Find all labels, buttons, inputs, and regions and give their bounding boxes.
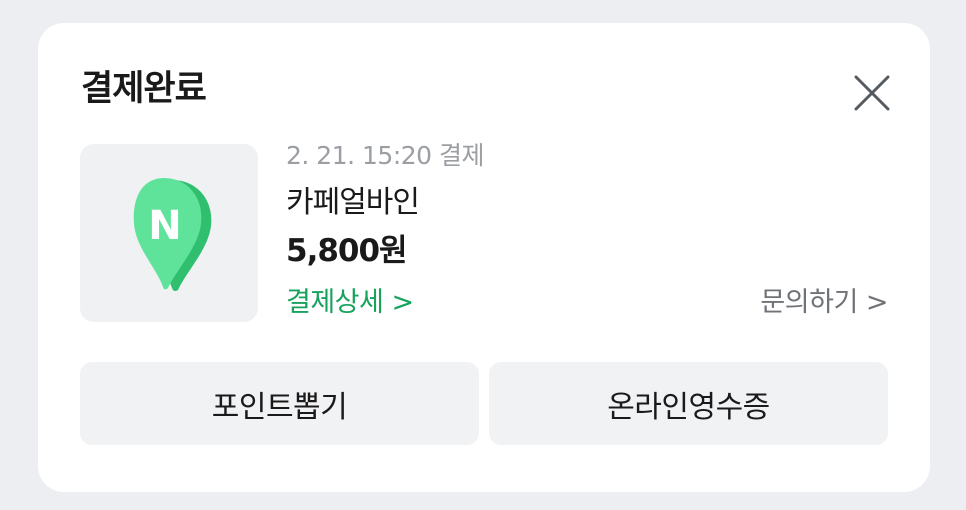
close-icon — [854, 75, 890, 111]
merchant-thumbnail: N — [80, 144, 258, 322]
payment-amount: 5,800원 — [286, 233, 408, 269]
pin-letter: N — [148, 203, 181, 249]
merchant-name: 카페얼바인 — [286, 185, 420, 220]
payment-complete-dialog: 결제완료 N 2. 21. 15:20 결제 카페얼바인 5,800원 결제상세… — [38, 23, 930, 492]
close-button[interactable] — [849, 70, 895, 116]
payment-timestamp: 2. 21. 15:20 결제 — [286, 141, 485, 170]
dialog-title: 결제완료 — [81, 69, 207, 109]
online-receipt-button[interactable]: 온라인영수증 — [489, 362, 888, 445]
naver-map-pin-icon: N — [133, 178, 212, 292]
draw-points-button[interactable]: 포인트뽑기 — [80, 362, 479, 445]
payment-detail-link[interactable]: 결제상세 > — [286, 285, 414, 321]
inquiry-link[interactable]: 문의하기 > — [760, 285, 888, 321]
